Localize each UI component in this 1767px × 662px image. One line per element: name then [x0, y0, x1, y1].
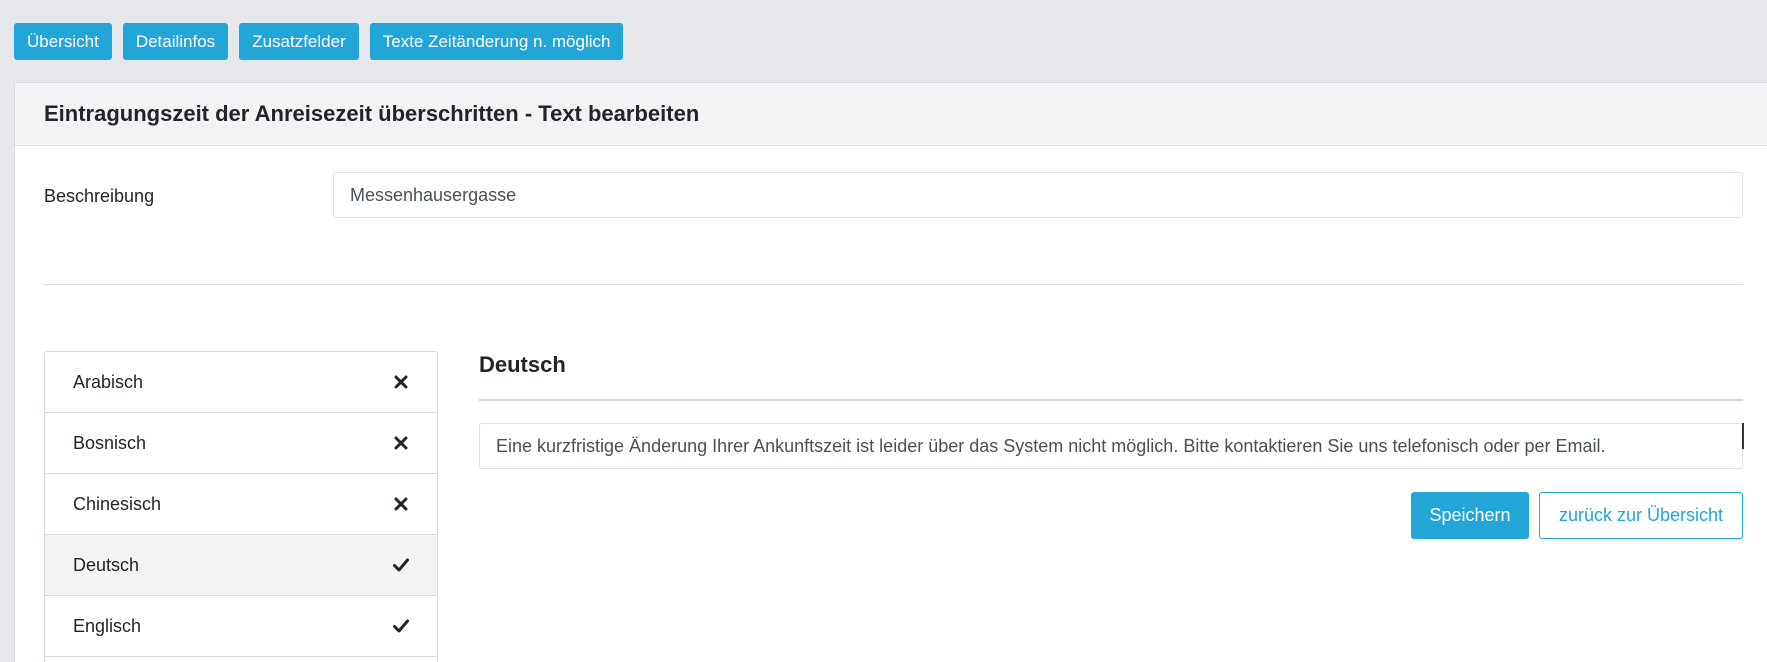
language-label: Bosnisch	[73, 432, 147, 453]
top-nav: Übersicht Detailinfos Zusatzfelder Texte…	[14, 23, 624, 60]
back-to-overview-button[interactable]: zurück zur Übersicht	[1539, 492, 1743, 539]
x-icon	[393, 496, 409, 512]
edit-card: Eintragungszeit der Anreisezeit überschr…	[14, 82, 1767, 662]
check-icon	[393, 557, 409, 573]
nav-button-detailinfos[interactable]: Detailinfos	[122, 23, 229, 60]
description-input[interactable]	[333, 172, 1743, 218]
nav-button-zusatzfelder[interactable]: Zusatzfelder	[239, 23, 359, 60]
language-label: Arabisch	[73, 371, 144, 392]
card-title: Eintragungszeit der Anreisezeit überschr…	[15, 83, 1767, 146]
description-label: Beschreibung	[44, 186, 155, 206]
x-icon	[393, 374, 409, 390]
text-cursor	[1742, 423, 1744, 449]
language-list: Arabisch Bosnisch Chinesisch Deutsch Eng…	[44, 351, 438, 662]
language-item-arabisch[interactable]: Arabisch	[45, 352, 437, 413]
language-item-deutsch[interactable]: Deutsch	[45, 535, 437, 596]
language-item-bosnisch[interactable]: Bosnisch	[45, 413, 437, 474]
section-divider	[44, 284, 1743, 285]
editor-language-title: Deutsch	[479, 352, 566, 377]
language-label: Englisch	[73, 615, 142, 636]
language-label: Deutsch	[73, 554, 140, 575]
nav-button-uebersicht[interactable]: Übersicht	[14, 23, 112, 60]
language-item-englisch[interactable]: Englisch	[45, 596, 437, 657]
editor-divider	[479, 399, 1743, 401]
save-button[interactable]: Speichern	[1411, 492, 1529, 539]
language-item-chinesisch[interactable]: Chinesisch	[45, 474, 437, 535]
translation-text-input[interactable]	[479, 423, 1743, 469]
nav-button-texte-zeitaenderung[interactable]: Texte Zeitänderung n. möglich	[369, 23, 624, 60]
x-icon	[393, 435, 409, 451]
check-icon	[393, 618, 409, 634]
language-label: Chinesisch	[73, 493, 162, 514]
